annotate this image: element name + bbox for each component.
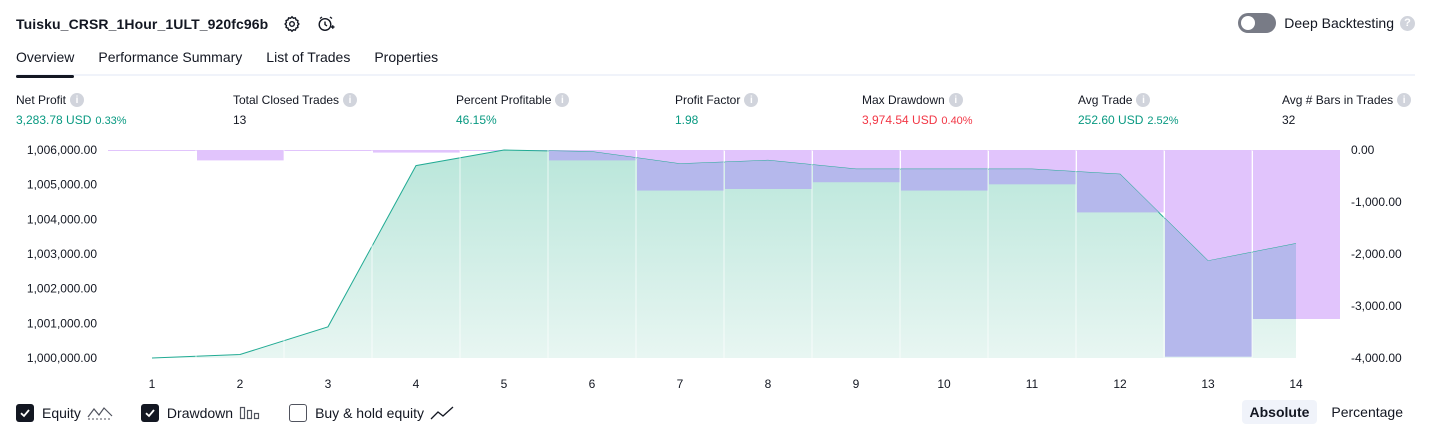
- x-tick-label: 9: [853, 377, 860, 391]
- stats-row: Net Profit i 3,283.78 USD 0.33% Total Clos…: [16, 93, 1415, 133]
- x-tick-label: 8: [765, 377, 772, 391]
- x-tick-label: 6: [589, 377, 596, 391]
- mode-absolute[interactable]: Absolute: [1241, 400, 1318, 424]
- stat-value: 3,283.78 USD: [16, 113, 92, 127]
- legend-label: Buy & hold equity: [315, 405, 425, 421]
- deep-backtesting-toggle[interactable]: [1238, 13, 1277, 33]
- stat-label: Net Profit: [16, 93, 67, 107]
- stat-avg-trade: Avg Trade i 252.60 USD 2.52%: [1078, 93, 1179, 127]
- stat-value: 32: [1282, 113, 1296, 127]
- stat-label: Percent Profitable: [456, 93, 552, 107]
- help-icon[interactable]: i: [1397, 93, 1412, 107]
- stat-net-profit: Net Profit i 3,283.78 USD 0.33%: [16, 93, 127, 127]
- stat-label: Total Closed Trades: [233, 93, 340, 107]
- left-tick-label: 1,005,000.00: [27, 178, 97, 192]
- help-icon[interactable]: i: [744, 93, 759, 107]
- x-tick-label: 10: [937, 377, 951, 391]
- chart-legend: Equity Drawdown Buy & hold equity: [16, 404, 482, 422]
- help-icon[interactable]: i: [555, 93, 570, 107]
- deep-backtesting: Deep Backtesting ?: [1238, 13, 1415, 33]
- stat-label: Avg Trade: [1078, 93, 1133, 107]
- left-tick-label: 1,006,000.00: [27, 143, 97, 157]
- add-alert-icon[interactable]: [316, 14, 336, 34]
- help-icon[interactable]: i: [343, 93, 358, 107]
- left-tick-label: 1,002,000.00: [27, 282, 97, 296]
- stat-profit-factor: Profit Factor i 1.98: [675, 93, 759, 127]
- left-tick-label: 1,003,000.00: [27, 247, 97, 261]
- right-tick-label: -2,000.00: [1351, 247, 1402, 261]
- left-tick-label: 1,001,000.00: [27, 316, 97, 330]
- stat-avg-bars-in-trades: Avg # Bars in Trades i 32: [1282, 93, 1412, 127]
- x-tick-label: 1: [149, 377, 156, 391]
- stat-value: 1.98: [675, 113, 699, 127]
- scale-modes: Absolute Percentage: [1236, 400, 1412, 424]
- right-tick-label: -1,000.00: [1351, 195, 1402, 209]
- settings-icon[interactable]: [282, 14, 302, 34]
- stat-label: Max Drawdown: [862, 93, 945, 107]
- equity-drawdown-chart[interactable]: 1,006,000.00 1,005,000.00 1,004,000.00 1,00…: [0, 140, 1431, 395]
- toggle-knob: [1241, 16, 1256, 30]
- legend-drawdown[interactable]: Drawdown: [140, 404, 261, 422]
- legend-label: Drawdown: [166, 405, 234, 421]
- x-tick-label: 2: [237, 377, 244, 391]
- x-tick-label: 5: [501, 377, 508, 391]
- deep-backtesting-label: Deep Backtesting: [1284, 15, 1394, 31]
- stat-value: 46.15%: [456, 113, 497, 127]
- right-axis: 0.00 -1,000.00 -2,000.00 -3,000.00 -4,000.00: [1351, 143, 1402, 365]
- x-tick-label: 4: [413, 377, 420, 391]
- x-tick-label: 11: [1026, 377, 1039, 391]
- stat-pct: 2.52%: [1147, 115, 1179, 127]
- stat-value: 13: [233, 113, 247, 127]
- legend-equity[interactable]: Equity: [16, 404, 113, 422]
- right-tick-label: -3,000.00: [1351, 299, 1402, 313]
- legend-label: Equity: [42, 405, 81, 421]
- stat-max-drawdown: Max Drawdown i 3,974.54 USD 0.40%: [862, 93, 973, 127]
- equity-icon: [87, 404, 113, 422]
- tab-performance-summary[interactable]: Performance Summary: [98, 46, 242, 76]
- x-tick-label: 12: [1113, 377, 1127, 391]
- left-tick-label: 1,000,000.00: [27, 351, 97, 365]
- left-tick-label: 1,004,000.00: [27, 212, 97, 226]
- stat-pct: 0.40%: [941, 115, 973, 127]
- stat-value: 3,974.54 USD: [862, 113, 938, 127]
- equity-checkbox[interactable]: [16, 404, 34, 422]
- help-icon[interactable]: i: [948, 93, 963, 107]
- strategy-header: Tuisku_CRSR_1Hour_1ULT_920fc96b: [16, 12, 336, 36]
- help-icon[interactable]: ?: [1400, 15, 1415, 31]
- buy-hold-checkbox[interactable]: [289, 404, 308, 422]
- drawdown-bar: [197, 150, 284, 161]
- stat-label: Profit Factor: [675, 93, 741, 107]
- buy-hold-line-icon: [430, 404, 454, 422]
- left-axis: 1,006,000.00 1,005,000.00 1,004,000.00 1,00…: [27, 143, 97, 365]
- x-tick-label: 3: [325, 377, 332, 391]
- stat-value: 252.60 USD: [1078, 113, 1144, 127]
- drawdown-checkbox[interactable]: [140, 404, 159, 422]
- legend-buy-hold[interactable]: Buy & hold equity: [289, 404, 454, 422]
- tab-overview[interactable]: Overview: [16, 46, 75, 78]
- tab-list-of-trades[interactable]: List of Trades: [266, 46, 350, 76]
- stat-total-closed-trades: Total Closed Trades i 13: [233, 93, 358, 127]
- x-tick-label: 13: [1201, 377, 1215, 391]
- strategy-name: Tuisku_CRSR_1Hour_1ULT_920fc96b: [16, 16, 269, 32]
- mode-percentage[interactable]: Percentage: [1323, 400, 1411, 424]
- help-icon[interactable]: i: [70, 93, 85, 107]
- stat-percent-profitable: Percent Profitable i 46.15%: [456, 93, 570, 127]
- report-tabs: Overview Performance Summary List of Tra…: [16, 46, 1415, 78]
- tab-properties[interactable]: Properties: [374, 46, 438, 76]
- x-axis: 1 2 3 4 5 6 7 8 9 10 11 12 13 14: [149, 377, 1303, 391]
- right-tick-label: 0.00: [1351, 143, 1375, 157]
- help-icon[interactable]: i: [1136, 93, 1151, 107]
- stat-pct: 0.33%: [95, 115, 127, 127]
- drawdown-bars-icon: [239, 404, 261, 422]
- right-tick-label: -4,000.00: [1351, 351, 1402, 365]
- x-tick-label: 7: [677, 377, 684, 391]
- stat-label: Avg # Bars in Trades: [1282, 93, 1394, 107]
- x-tick-label: 14: [1289, 377, 1303, 391]
